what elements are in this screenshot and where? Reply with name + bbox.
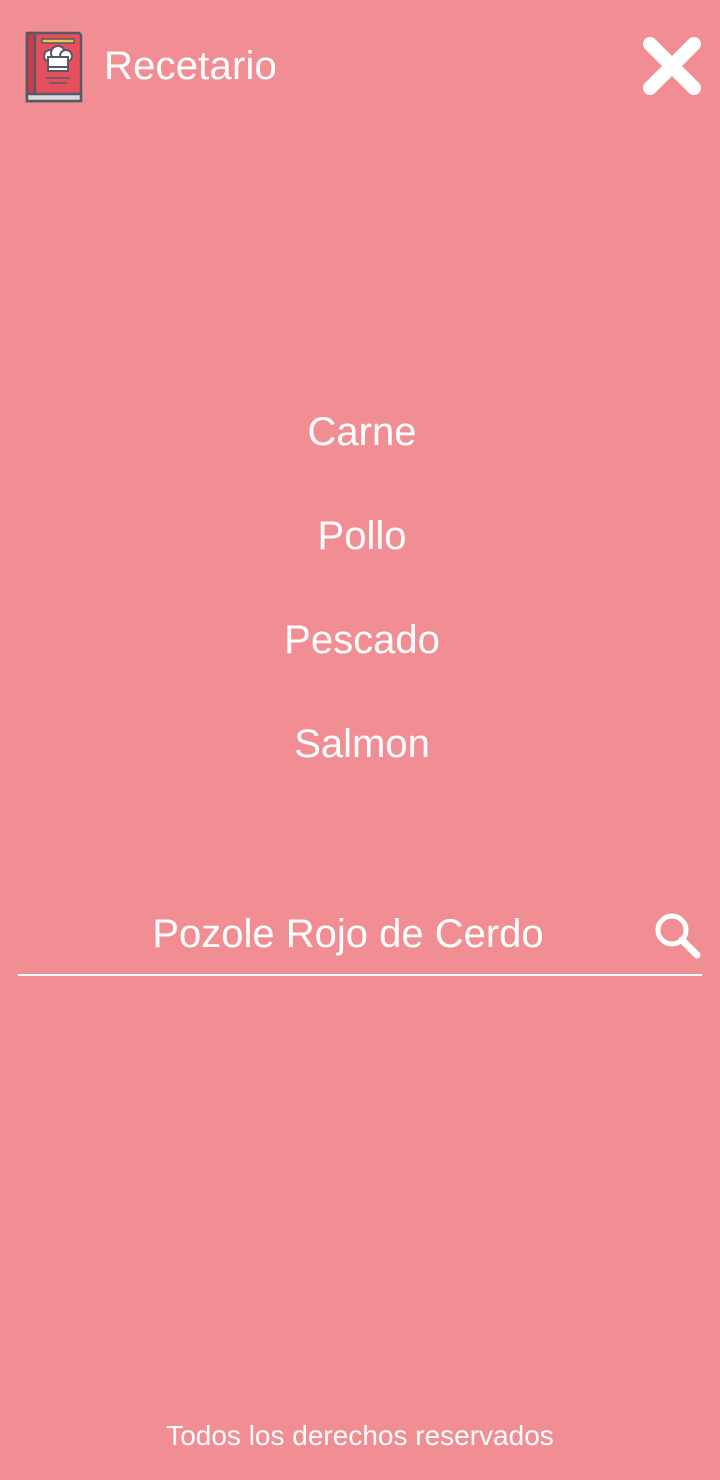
- cookbook-chef-hat-icon: [25, 31, 83, 103]
- menu-item-salmon[interactable]: Salmon: [0, 712, 720, 816]
- menu-item-pescado[interactable]: Pescado: [0, 608, 720, 712]
- category-menu: Carne Pollo Pescado Salmon: [0, 400, 720, 816]
- close-icon[interactable]: [636, 30, 708, 102]
- menu-item-pollo[interactable]: Pollo: [0, 504, 720, 608]
- search-input[interactable]: [18, 898, 638, 970]
- search-bar: [18, 898, 702, 976]
- app-header: Recetario: [0, 0, 720, 135]
- search-icon[interactable]: [652, 910, 702, 960]
- menu-item-carne[interactable]: Carne: [0, 400, 720, 504]
- footer-copyright: Todos los derechos reservados: [166, 1420, 554, 1451]
- app-title: Recetario: [104, 44, 277, 88]
